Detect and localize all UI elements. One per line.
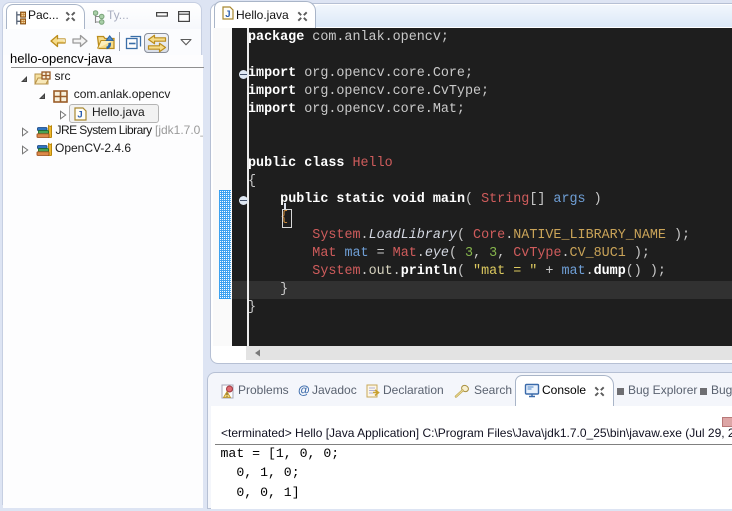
svg-text:J: J xyxy=(77,109,82,120)
svg-text:J: J xyxy=(225,9,230,20)
